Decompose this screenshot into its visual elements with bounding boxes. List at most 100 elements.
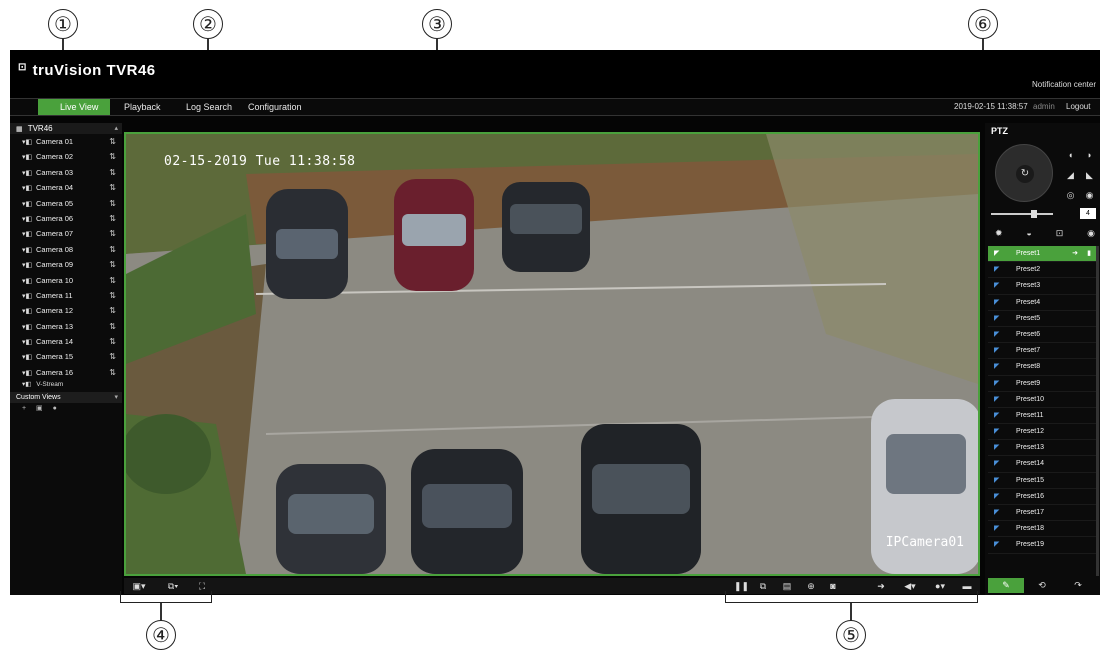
zoom-out-icon[interactable]: ◗: [1087, 145, 1092, 165]
record-status-icon[interactable]: ⇅: [109, 211, 116, 226]
preset-item[interactable]: ◤ Preset14: [988, 456, 1096, 473]
vstream-item[interactable]: ▾◧ V-Stream: [10, 380, 122, 390]
preset-item[interactable]: ◤ Preset10: [988, 392, 1096, 408]
camera-icon: ▾◧: [22, 185, 33, 193]
preset-item[interactable]: ◤ Preset9: [988, 376, 1096, 392]
lens-init-icon[interactable]: ◉: [1087, 228, 1095, 239]
preset-item[interactable]: ◤ Preset7: [988, 343, 1096, 360]
preset-item[interactable]: ◤ Preset8: [988, 359, 1096, 376]
iris-open-icon[interactable]: ◎: [1067, 185, 1075, 205]
camera-item[interactable]: ▾◧ Camera 03 ⇅: [10, 165, 122, 180]
logout-link[interactable]: Logout: [1066, 99, 1090, 115]
tab-log-search[interactable]: Log Search: [178, 99, 240, 115]
record-status-icon[interactable]: ⇅: [109, 180, 116, 195]
preset-item[interactable]: ◤ Preset16: [988, 489, 1096, 505]
preset-item[interactable]: ◤ Preset4: [988, 295, 1096, 311]
ptz-function-icons: ✹ ◒ ⊡ ◉: [995, 228, 1095, 239]
record-status-icon[interactable]: ⇅: [109, 149, 116, 164]
record-status-icon[interactable]: ⇅: [109, 319, 116, 334]
record-status-icon[interactable]: ⇅: [109, 257, 116, 272]
camera-item[interactable]: ▾◧ Camera 05 ⇅: [10, 196, 122, 211]
preset-item[interactable]: ◤ Preset19: [988, 537, 1096, 554]
camera-label: Camera 14: [36, 337, 74, 347]
record-status-icon[interactable]: ⇅: [109, 242, 116, 257]
preset-item[interactable]: ◤ Preset5: [988, 311, 1096, 327]
record-status-icon[interactable]: ⇅: [109, 365, 116, 380]
collapse-icon[interactable]: ▴: [114, 123, 118, 134]
focus-near-icon[interactable]: ◢: [1067, 165, 1074, 185]
record-status-icon[interactable]: ⇅: [109, 334, 116, 349]
record-status-icon[interactable]: ⇅: [109, 165, 116, 180]
record-status-icon[interactable]: ⇅: [109, 273, 116, 288]
expand-icon[interactable]: ▾: [114, 392, 118, 403]
delete-preset-icon[interactable]: ▮: [1087, 246, 1091, 262]
preset-scrollbar[interactable]: [1096, 246, 1099, 576]
camera-item[interactable]: ▾◧ Camera 12 ⇅: [10, 303, 122, 318]
preset-icon: ◤: [994, 330, 1000, 338]
record-status-icon[interactable]: ⇅: [109, 226, 116, 241]
callout-4-bracket: [120, 591, 212, 603]
record-status-icon[interactable]: ⇅: [109, 349, 116, 364]
notification-center-link[interactable]: Notification center: [1032, 80, 1096, 89]
live-video-view[interactable]: 02-15-2019 Tue 11:38:58 IPCamera01: [124, 132, 980, 576]
device-tree-header[interactable]: ▦ TVR46 ▴: [10, 123, 122, 134]
camera-item[interactable]: ▾◧ Camera 04 ⇅: [10, 180, 122, 195]
preset-item[interactable]: ◤ Preset2: [988, 262, 1096, 279]
camera-item[interactable]: ▾◧ Camera 06 ⇅: [10, 211, 122, 226]
camera-item[interactable]: ▾◧ Camera 11 ⇅: [10, 288, 122, 303]
ptz-direction-pad[interactable]: ↻: [995, 144, 1053, 202]
preset-item[interactable]: ◤ Preset17: [988, 505, 1096, 522]
record-status-icon[interactable]: ⇅: [109, 196, 116, 211]
preset-item[interactable]: ◤ Preset6: [988, 327, 1096, 344]
parked-car: [411, 449, 523, 574]
camera-item[interactable]: ▾◧ Camera 09 ⇅: [10, 257, 122, 272]
tab-live-view[interactable]: Live View: [38, 99, 110, 115]
camera-item[interactable]: ▾◧ Camera 16 ⇅: [10, 365, 122, 380]
edit-view-icon[interactable]: ▣: [36, 405, 43, 412]
focus-far-icon[interactable]: ◣: [1086, 165, 1093, 185]
delete-view-icon[interactable]: ●: [53, 405, 57, 412]
record-status-icon[interactable]: ⇅: [109, 303, 116, 318]
preset-item[interactable]: ◤ Preset18: [988, 521, 1096, 538]
camera-item[interactable]: ▾◧ Camera 08 ⇅: [10, 242, 122, 257]
camera-item[interactable]: ▾◧ Camera 01 ⇅: [10, 134, 122, 149]
preset-item[interactable]: ◤ Preset15: [988, 473, 1096, 489]
preset-item[interactable]: ◤ Preset3: [988, 278, 1096, 295]
pattern-tab-icon[interactable]: ↷: [1060, 578, 1096, 593]
preset-item[interactable]: ◤ Preset13: [988, 440, 1096, 457]
camera-item[interactable]: ▾◧ Camera 02 ⇅: [10, 149, 122, 164]
camera-label: Camera 01: [36, 137, 74, 146]
camera-icon: ▾◧: [22, 154, 33, 162]
camera-item[interactable]: ▾◧ Camera 13 ⇅: [10, 319, 122, 334]
preset-item[interactable]: ◤ Preset1 ➜ ▮: [988, 246, 1096, 263]
preset-item[interactable]: ◤ Preset12: [988, 424, 1096, 441]
preset-item[interactable]: ◤ Preset11: [988, 408, 1096, 425]
custom-views-header[interactable]: Custom Views ▾: [10, 392, 122, 404]
wiper-icon[interactable]: ◒: [1026, 228, 1031, 239]
username: admin: [1033, 102, 1055, 111]
camera-item[interactable]: ▾◧ Camera 14 ⇅: [10, 334, 122, 349]
iris-close-icon[interactable]: ◉: [1086, 185, 1094, 205]
add-view-icon[interactable]: +: [22, 405, 26, 412]
preset-label: Preset8: [1016, 363, 1041, 371]
ptz-speed-slider[interactable]: [991, 210, 1053, 218]
one-touch-focus-icon[interactable]: ⊡: [1056, 228, 1064, 239]
zoom-in-icon[interactable]: ◖: [1068, 145, 1073, 165]
auto-scan-icon[interactable]: ↻: [1016, 165, 1034, 183]
call-preset-icon[interactable]: ➜: [1072, 246, 1078, 262]
preset-tab-icon[interactable]: ✎: [988, 578, 1024, 593]
tab-playback[interactable]: Playback: [116, 99, 169, 115]
device-name: TVR46: [27, 124, 53, 133]
preset-icon: ◤: [994, 347, 1000, 355]
record-status-icon[interactable]: ⇅: [109, 288, 116, 303]
light-icon[interactable]: ✹: [995, 228, 1003, 239]
slider-knob[interactable]: [1031, 210, 1037, 218]
record-status-icon[interactable]: ⇅: [109, 134, 116, 149]
camera-icon: ▾◧: [22, 169, 33, 177]
patrol-tab-icon[interactable]: ⟲: [1024, 578, 1060, 593]
tab-configuration[interactable]: Configuration: [240, 99, 310, 115]
camera-item[interactable]: ▾◧ Camera 15 ⇅: [10, 349, 122, 364]
callout-2: ②: [193, 9, 223, 39]
camera-item[interactable]: ▾◧ Camera 10 ⇅: [10, 273, 122, 288]
camera-item[interactable]: ▾◧ Camera 07 ⇅: [10, 226, 122, 241]
